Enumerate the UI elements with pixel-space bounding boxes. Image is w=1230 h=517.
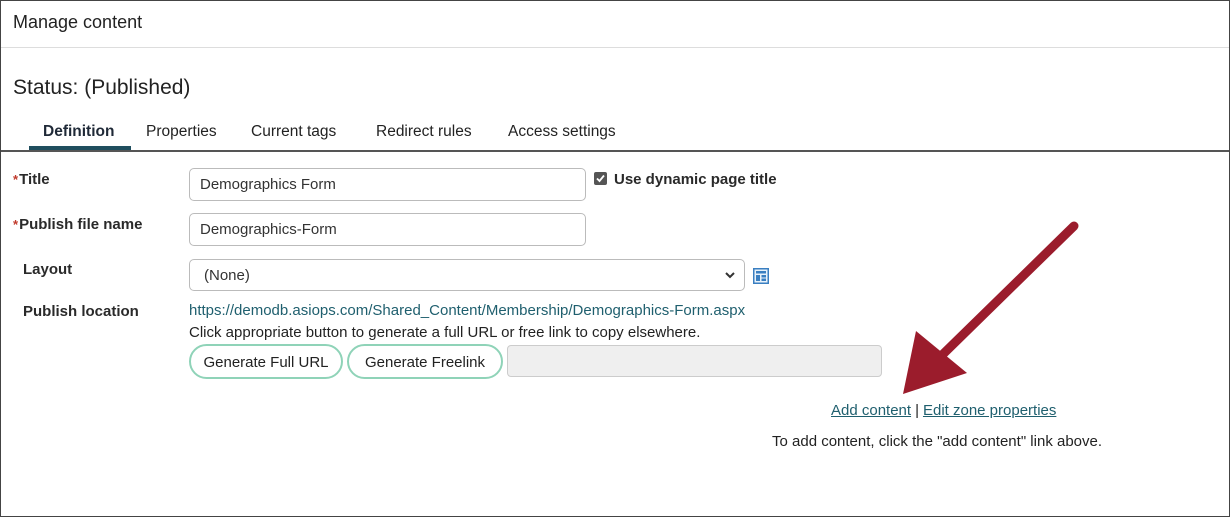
publish-location-url[interactable]: https://demodb.asiops.com/Shared_Content…	[189, 302, 745, 319]
publish-file-label-text: Publish file name	[19, 216, 143, 233]
title-label-text: Title	[19, 171, 50, 188]
required-marker: *	[13, 172, 19, 187]
checkmark-icon	[596, 174, 605, 183]
tab-current-tags[interactable]: Current tags	[251, 123, 336, 141]
active-tab-indicator	[29, 146, 131, 150]
publish-file-input[interactable]	[189, 213, 586, 246]
dynamic-title-label: Use dynamic page title	[614, 171, 777, 188]
annotation-arrow-icon	[903, 221, 1079, 394]
tab-redirect-rules[interactable]: Redirect rules	[376, 123, 472, 141]
chevron-down-icon	[725, 272, 735, 279]
generate-freelink-button[interactable]: Generate Freelink	[347, 344, 503, 379]
tab-definition[interactable]: Definition	[43, 123, 114, 141]
manage-content-panel: Manage content Status: (Published) Defin…	[0, 0, 1230, 517]
required-marker: *	[13, 217, 19, 232]
panel-title: Manage content	[13, 12, 143, 32]
layout-select[interactable]: (None)	[189, 259, 745, 291]
dynamic-title-checkbox[interactable]	[594, 172, 607, 185]
publish-file-label: *Publish file name	[13, 216, 142, 233]
publish-hint-text: Click appropriate button to generate a f…	[189, 324, 701, 341]
generate-full-url-button[interactable]: Generate Full URL	[189, 344, 343, 379]
add-content-instruction: To add content, click the "add content" …	[772, 433, 1103, 450]
layout-selected-value: (None)	[204, 267, 250, 284]
panel-header: Manage content	[1, 1, 1229, 48]
tab-bar: Definition Properties Current tags Redir…	[1, 117, 1229, 152]
status-text: Status: (Published)	[13, 76, 191, 99]
title-input[interactable]	[189, 168, 586, 201]
tab-properties[interactable]: Properties	[146, 123, 217, 141]
publish-location-label: Publish location	[23, 303, 139, 320]
layout-preview-icon[interactable]	[753, 268, 769, 284]
tab-access-settings[interactable]: Access settings	[508, 123, 616, 141]
title-label: *Title	[13, 171, 50, 188]
generated-link-field[interactable]	[507, 345, 882, 377]
layout-label: Layout	[23, 261, 73, 278]
